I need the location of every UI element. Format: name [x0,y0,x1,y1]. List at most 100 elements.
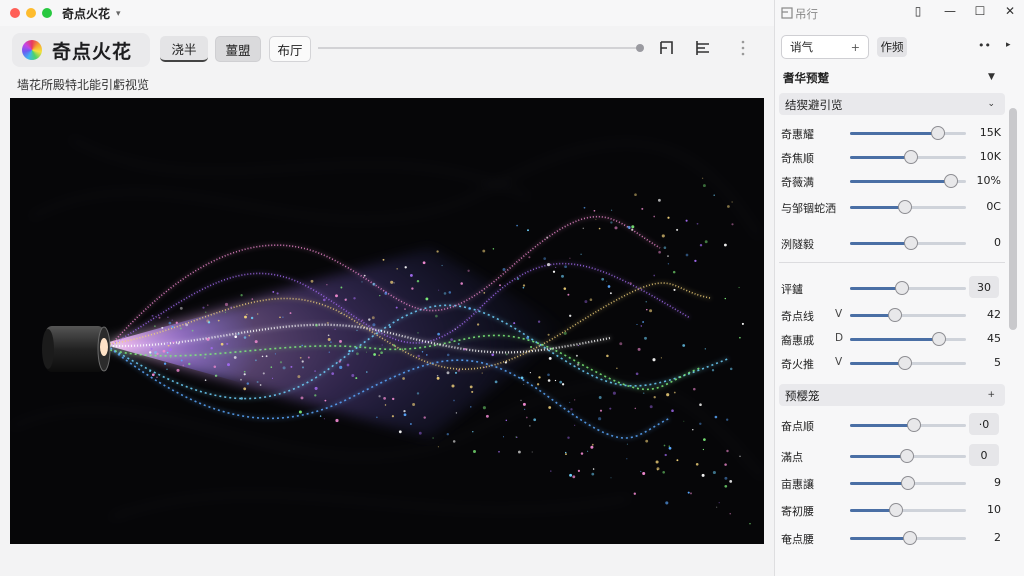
plus-icon[interactable]: + [851,41,860,54]
slider-handle[interactable] [897,200,912,214]
particle-dot [520,376,524,380]
particle-dot [667,263,670,265]
particle-dot [315,323,318,327]
slider-track[interactable] [850,174,966,188]
chevron-down-icon[interactable]: ⌄ [987,99,995,109]
panel-minimize-button[interactable]: — [941,4,959,18]
slider-track[interactable] [850,332,966,346]
slider-track[interactable] [850,126,966,140]
slider-track[interactable] [850,281,966,295]
slider-track[interactable] [850,531,966,545]
particle-dot [457,369,461,372]
slider-handle[interactable] [904,236,919,250]
more-vertical-icon[interactable] [732,37,754,59]
slider-handle[interactable] [901,476,915,490]
slider-handle[interactable] [897,356,912,370]
particle-dot [243,373,246,376]
slider-label: 奇焦顺 [781,152,814,165]
slider-fill [850,362,905,365]
particle-dot [561,383,565,386]
expand-arrow-icon[interactable]: ▸ [1006,40,1011,50]
more-horizontal-icon[interactable]: •• [978,39,991,52]
particle-dot [577,344,579,347]
panel-maximize-button[interactable]: ☐ [971,4,989,18]
preset-select[interactable]: 诮气 + [781,35,869,59]
subsection-2-header[interactable]: 预樱笼 + [779,384,1005,406]
particle-dot [335,294,338,298]
slider-track[interactable] [850,200,966,214]
particle-dot [339,365,343,369]
particle-dot [344,298,347,301]
chevron-down-icon[interactable]: ▼ [988,72,995,82]
particle-dot [373,353,376,356]
particle-dot [584,300,588,304]
particle-dot [217,319,220,322]
frame-icon[interactable] [656,37,678,59]
slider-handle[interactable] [888,308,903,322]
tab-1[interactable]: 浇半 [160,36,208,62]
slider-fill [850,482,908,485]
particle-dot [446,353,450,357]
particle-dot [646,308,648,311]
particle-dot [631,225,635,229]
panel-doc-button[interactable]: ▯ [909,4,927,18]
slider-value-field[interactable]: 30 [969,276,999,298]
slider-row: 与邹锢蛇洒 0C [775,197,1024,217]
preview-canvas[interactable] [10,98,764,544]
particle-dot [591,443,594,446]
particle-dot [310,279,314,283]
slider-row: 奇焦顺 10K [775,147,1024,167]
slider-handle[interactable] [903,531,918,545]
slider-handle[interactable] [895,281,910,295]
particle-dot [565,451,567,454]
slider-track[interactable] [850,356,966,370]
subsection-1-header[interactable]: 结猰避引览 ⌄ [779,93,1005,115]
chevron-down-icon[interactable]: ▾ [116,9,121,19]
tab-3[interactable]: 布厅 [269,36,311,62]
slider-track[interactable] [850,308,966,322]
particle-dot [630,228,634,231]
slider-value-field[interactable]: ·0 [969,413,999,435]
slider-track[interactable] [850,418,966,432]
close-window-button[interactable] [10,8,20,18]
slider-handle[interactable] [889,503,904,517]
slider-handle[interactable] [932,332,947,346]
tab-2[interactable]: 薑盟 [215,36,261,62]
slider-handle[interactable] [931,126,946,140]
particle-dot [599,409,603,412]
particle-dot [726,418,729,421]
particle-dot [731,223,734,226]
particle-dot [301,344,303,347]
particle-dot [393,282,395,284]
minimize-window-button[interactable] [26,8,36,18]
particle-dot [550,470,552,472]
slider-value-field[interactable]: 0 [969,444,999,466]
particle-dot [324,399,327,402]
particle-dot [663,246,667,249]
particle-dot [499,284,501,287]
slider-track[interactable] [850,449,966,463]
slider-handle[interactable] [943,174,958,188]
particle-dot [652,358,656,362]
preset-action-button[interactable]: 作频 [877,37,907,57]
particle-dot [724,297,726,300]
particle-dot [335,418,339,423]
maximize-window-button[interactable] [42,8,52,18]
preset-value: 诮气 [790,40,813,54]
timeline-handle[interactable] [636,44,644,52]
timeline-track[interactable] [318,47,640,49]
slider-track[interactable] [850,150,966,164]
slider-handle[interactable] [899,449,914,463]
slider-handle[interactable] [906,418,921,432]
particle-dot [166,351,169,354]
slider-track[interactable] [850,236,966,250]
particle-dot [649,405,653,409]
particle-dot [452,440,456,443]
align-icon[interactable] [692,37,714,59]
slider-value: 2 [994,531,1001,544]
slider-handle[interactable] [904,150,919,164]
slider-track[interactable] [850,503,966,517]
panel-close-button[interactable]: ✕ [1001,4,1019,18]
plus-icon[interactable]: + [987,390,995,400]
slider-track[interactable] [850,476,966,490]
